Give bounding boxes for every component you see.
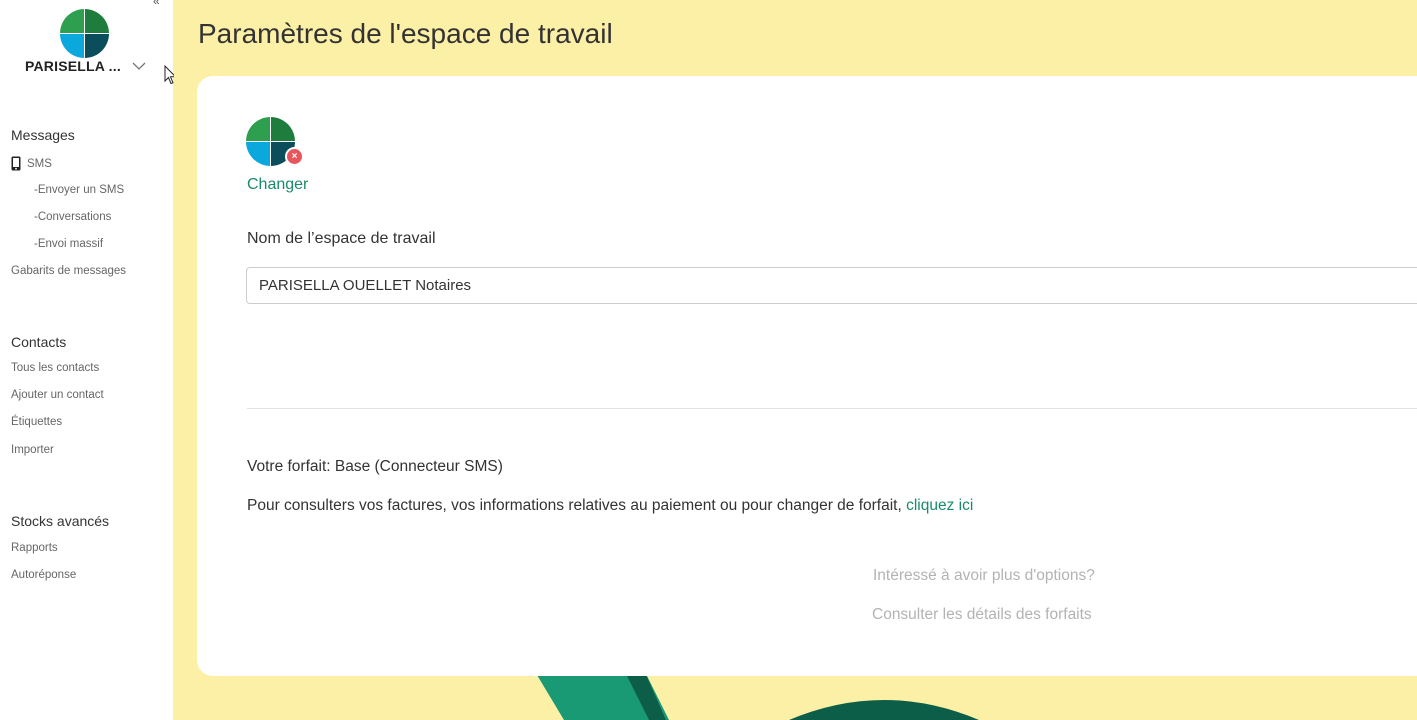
billing-info-label: Pour consulters vos factures, vos inform…	[247, 497, 907, 514]
current-plan-text: Votre forfait: Base (Connecteur SMS)	[247, 458, 503, 475]
workspace-name-input[interactable]	[246, 267, 1417, 304]
workspace-logo	[60, 9, 109, 58]
sidebar-item-sms-label: SMS	[27, 157, 52, 170]
collapse-sidebar-icon[interactable]: «	[153, 0, 160, 8]
sidebar-item-add-contact[interactable]: Ajouter un contact	[11, 389, 104, 401]
phone-icon	[11, 156, 21, 171]
sidebar-item-import[interactable]: Importer	[11, 444, 54, 456]
sidebar-item-send-sms[interactable]: -Envoyer un SMS	[34, 184, 124, 196]
sidebar: « PARISELLA ... Messages SMS -Envoyer un…	[0, 0, 177, 720]
main-content: Paramètres de l'espace de travail × Chan…	[174, 0, 1417, 720]
nav-section-advanced: Stocks avancés	[11, 513, 110, 529]
sidebar-item-message-templates[interactable]: Gabarits de messages	[11, 265, 126, 277]
remove-logo-icon[interactable]: ×	[285, 147, 304, 166]
plan-details-link[interactable]: Consulter les détails des forfaits	[872, 606, 1092, 624]
sidebar-item-all-contacts[interactable]: Tous les contacts	[11, 362, 99, 374]
sidebar-item-conversations[interactable]: -Conversations	[34, 211, 111, 223]
chevron-down-icon[interactable]	[129, 56, 149, 76]
nav-section-contacts: Contacts	[11, 334, 67, 350]
workspace-switcher[interactable]: PARISELLA ...	[25, 56, 155, 76]
sidebar-item-bulk-send[interactable]: -Envoi massif	[34, 238, 103, 250]
more-options-text: Intéressé à avoir plus d'options?	[873, 567, 1095, 584]
sidebar-item-autoreply[interactable]: Autoréponse	[11, 569, 76, 581]
divider	[247, 408, 1417, 409]
sidebar-item-tags[interactable]: Étiquettes	[11, 416, 62, 428]
billing-link[interactable]: cliquez ici	[906, 497, 973, 514]
workspace-logo-editor: ×	[246, 117, 306, 169]
workspace-name-label: Nom de l’espace de travail	[247, 230, 436, 247]
settings-card: × Changer Nom de l’espace de travail Vot…	[197, 76, 1417, 676]
change-logo-link[interactable]: Changer	[247, 176, 308, 194]
page-title: Paramètres de l'espace de travail	[198, 18, 613, 49]
billing-info-text: Pour consulters vos factures, vos inform…	[247, 497, 973, 515]
workspace-name: PARISELLA ...	[25, 58, 121, 74]
nav-section-messages: Messages	[11, 127, 75, 143]
sidebar-item-reports[interactable]: Rapports	[11, 542, 58, 554]
sidebar-item-sms[interactable]: SMS	[11, 156, 52, 171]
